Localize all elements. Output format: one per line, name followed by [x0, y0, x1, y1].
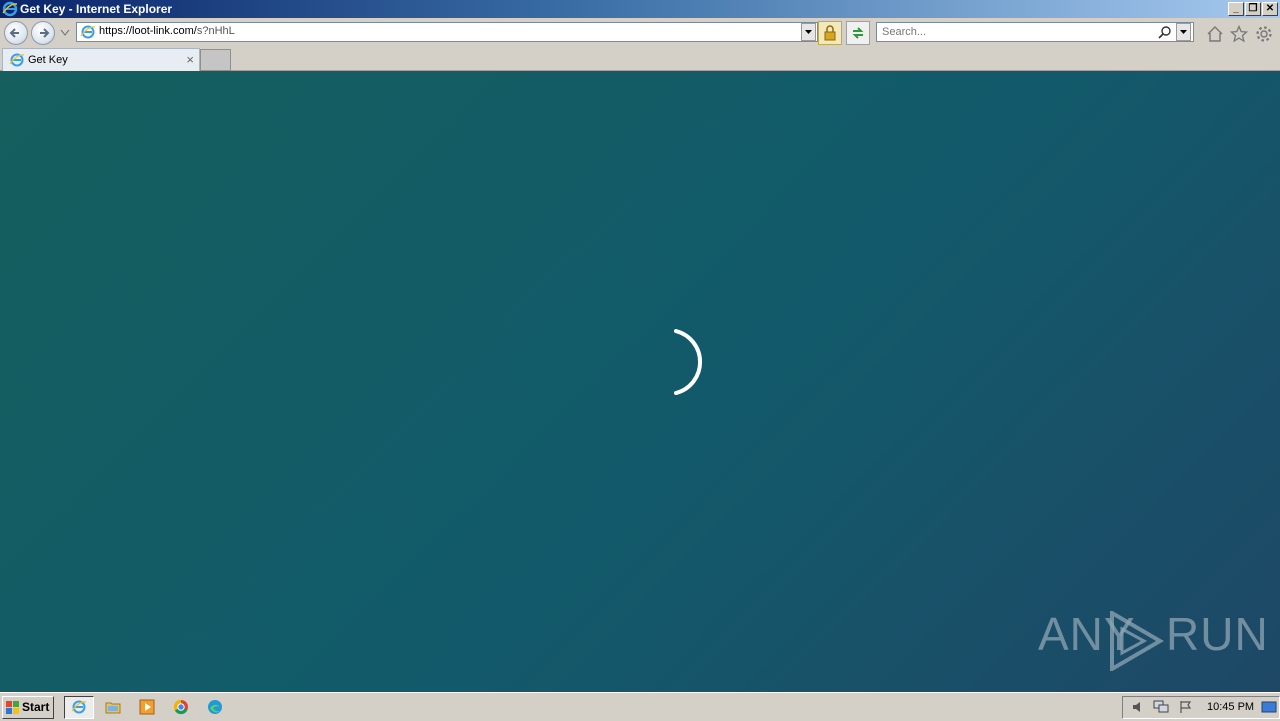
file-explorer-icon [105, 702, 121, 714]
window-title: Get Key - Internet Explorer [20, 2, 173, 16]
forward-arrow-icon [40, 28, 50, 38]
home-icon[interactable] [1206, 25, 1224, 43]
back-button[interactable] [4, 21, 28, 45]
internet-explorer-icon [71, 700, 87, 714]
tab-ie-icon [9, 53, 25, 67]
chevron-down-icon [1180, 30, 1187, 34]
forward-button[interactable] [31, 21, 55, 45]
windows-logo-icon [6, 701, 19, 714]
taskbar-file-explorer[interactable] [102, 697, 124, 717]
favorites-star-icon[interactable] [1230, 25, 1248, 43]
navigation-bar: https://loot-link.com/s?nHhL Search... [0, 18, 1280, 46]
chrome-icon [173, 699, 188, 715]
search-input[interactable]: Search... [876, 22, 1194, 42]
address-bar[interactable]: https://loot-link.com/s?nHhL [76, 22, 818, 42]
taskbar-media-player[interactable] [136, 697, 158, 717]
volume-icon[interactable] [1131, 700, 1145, 714]
tab-bar: Get Key × [0, 46, 1280, 71]
anyrun-watermark: ANY RUN [1038, 607, 1268, 671]
clock[interactable]: 10:45 PM [1207, 701, 1254, 713]
watermark-right-text: RUN [1166, 608, 1269, 660]
history-dropdown-icon[interactable] [60, 29, 70, 37]
address-dropdown-button[interactable] [801, 23, 816, 41]
new-tab-button[interactable] [200, 49, 231, 71]
settings-gear-icon[interactable] [1255, 25, 1273, 43]
taskbar: Start 10:45 PM [0, 692, 1280, 721]
url-text: https://loot-link.com/s?nHhL [99, 25, 235, 37]
media-player-icon [139, 699, 155, 715]
tab-label: Get Key [28, 54, 68, 66]
minimize-button[interactable]: _ [1228, 2, 1244, 16]
internet-explorer-icon [2, 1, 18, 17]
search-icon[interactable] [1158, 25, 1172, 39]
refresh-icon [852, 27, 864, 39]
lock-icon [824, 25, 836, 41]
start-label: Start [22, 700, 50, 714]
tab-get-key[interactable]: Get Key × [2, 48, 200, 71]
taskbar-edge[interactable] [204, 697, 226, 717]
taskbar-internet-explorer[interactable] [64, 696, 94, 719]
edge-icon [208, 700, 222, 714]
search-placeholder: Search... [882, 26, 927, 38]
show-desktop-icon[interactable] [1261, 700, 1277, 714]
search-dropdown-button[interactable] [1176, 23, 1191, 41]
back-arrow-icon [9, 28, 19, 38]
play-logo-icon [1110, 611, 1164, 671]
tab-close-icon[interactable]: × [186, 52, 194, 67]
action-center-flag-icon[interactable] [1179, 700, 1193, 714]
url-path: s?nHhL [196, 25, 235, 37]
page-content: ANY RUN [0, 71, 1280, 692]
close-window-button[interactable]: ✕ [1262, 2, 1278, 16]
page-ie-icon [80, 25, 96, 39]
refresh-button[interactable] [846, 21, 870, 45]
start-button[interactable]: Start [2, 696, 54, 719]
taskbar-chrome[interactable] [170, 697, 192, 717]
url-host: https://loot-link.com/ [99, 25, 197, 37]
loading-spinner-icon [674, 329, 703, 395]
security-lock-button[interactable] [818, 21, 842, 45]
chevron-down-icon [805, 30, 812, 34]
restore-button[interactable]: ❐ [1245, 2, 1261, 16]
system-tray: 10:45 PM [1122, 696, 1280, 719]
title-bar: Get Key - Internet Explorer _ ❐ ✕ [0, 0, 1280, 18]
network-icon[interactable] [1153, 700, 1169, 714]
